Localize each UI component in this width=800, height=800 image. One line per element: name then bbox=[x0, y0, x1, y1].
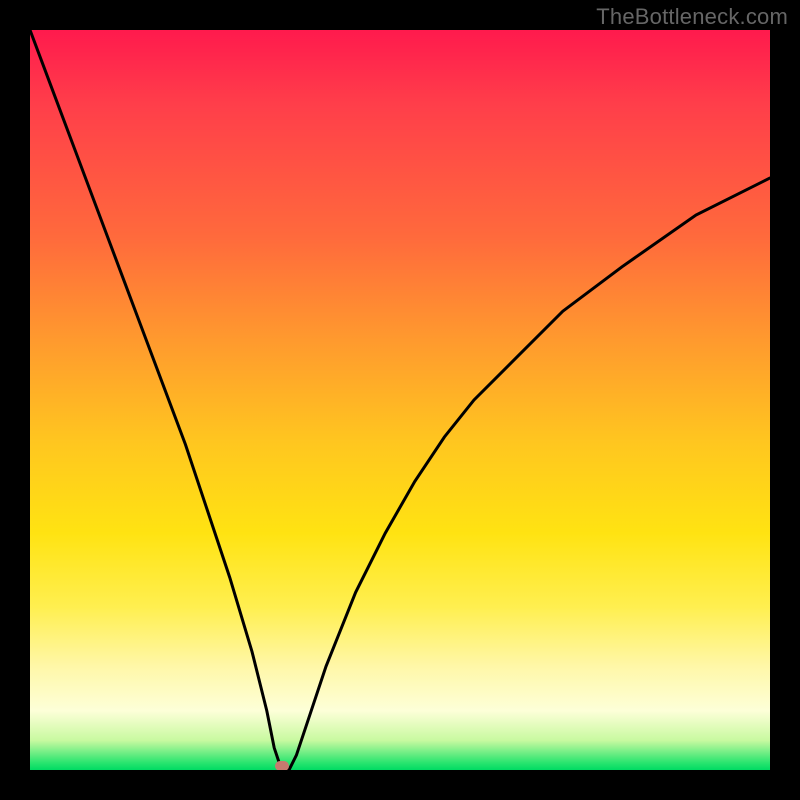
plot-area bbox=[30, 30, 770, 770]
curve-overlay bbox=[30, 30, 770, 770]
bottleneck-curve bbox=[30, 30, 770, 770]
min-point-marker bbox=[275, 761, 289, 770]
chart-frame: TheBottleneck.com bbox=[0, 0, 800, 800]
watermark-text: TheBottleneck.com bbox=[596, 4, 788, 30]
